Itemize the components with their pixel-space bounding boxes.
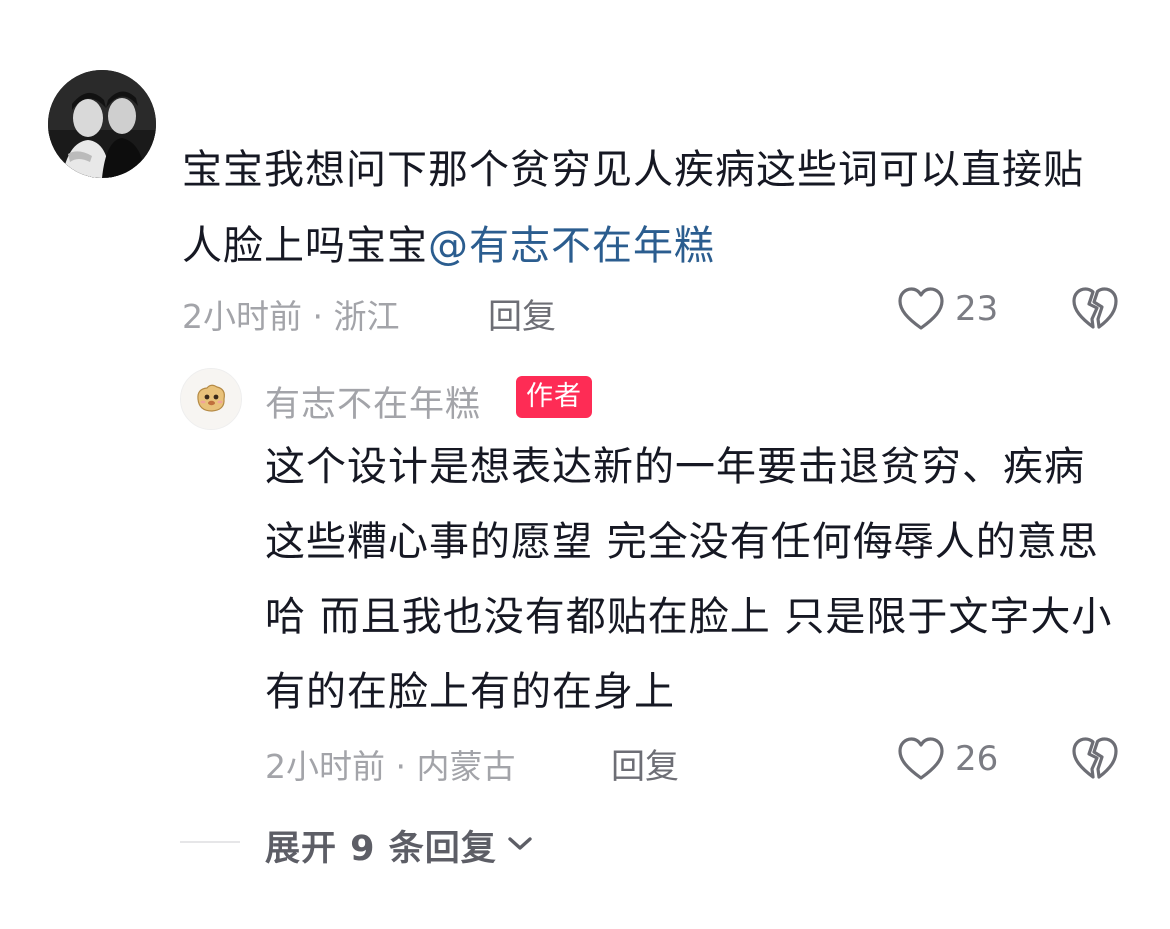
reply-author-name[interactable]: 有志不在年糕: [265, 376, 481, 427]
reply-meta: 2小时前 · 内蒙古: [265, 747, 516, 786]
mention-link[interactable]: @有志不在年糕: [428, 223, 715, 269]
broken-heart-icon[interactable]: [1071, 286, 1119, 332]
broken-heart-icon[interactable]: [1071, 736, 1119, 782]
chevron-down-icon: [507, 835, 533, 857]
comment-body: 宝宝我想问下那个贫穷见人疾病这些词可以直接贴人脸上吗宝宝@有志不在年糕: [182, 132, 1122, 284]
cartoon-avatar-icon: [181, 369, 241, 429]
comment-reply-button[interactable]: 回复: [488, 289, 556, 338]
couple-photo-avatar-icon: [48, 70, 156, 178]
expand-replies-label: 展开 9 条回复: [265, 829, 497, 869]
comment-meta: 2小时前 · 浙江: [182, 297, 400, 336]
comment-location: 浙江: [333, 297, 400, 336]
commenter-avatar[interactable]: [48, 70, 156, 178]
reply-reply-button[interactable]: 回复: [611, 739, 679, 788]
expand-divider: [180, 841, 240, 843]
author-badge: 作者: [516, 376, 592, 418]
reply-location: 内蒙古: [416, 747, 516, 786]
expand-replies-button[interactable]: 展开 9 条回复: [265, 820, 533, 871]
heart-icon[interactable]: [897, 286, 945, 332]
reply-like-count: 26: [955, 739, 999, 779]
reply-body: 这个设计是想表达新的一年要击退贫穷、疾病这些糟心事的愿望 完全没有任何侮辱人的意…: [265, 444, 1113, 715]
comment-like-count: 23: [955, 289, 999, 329]
heart-icon[interactable]: [897, 736, 945, 782]
reply-time: 2小时前: [265, 747, 385, 786]
comment-time: 2小时前: [182, 297, 302, 336]
author-avatar[interactable]: [180, 368, 242, 430]
